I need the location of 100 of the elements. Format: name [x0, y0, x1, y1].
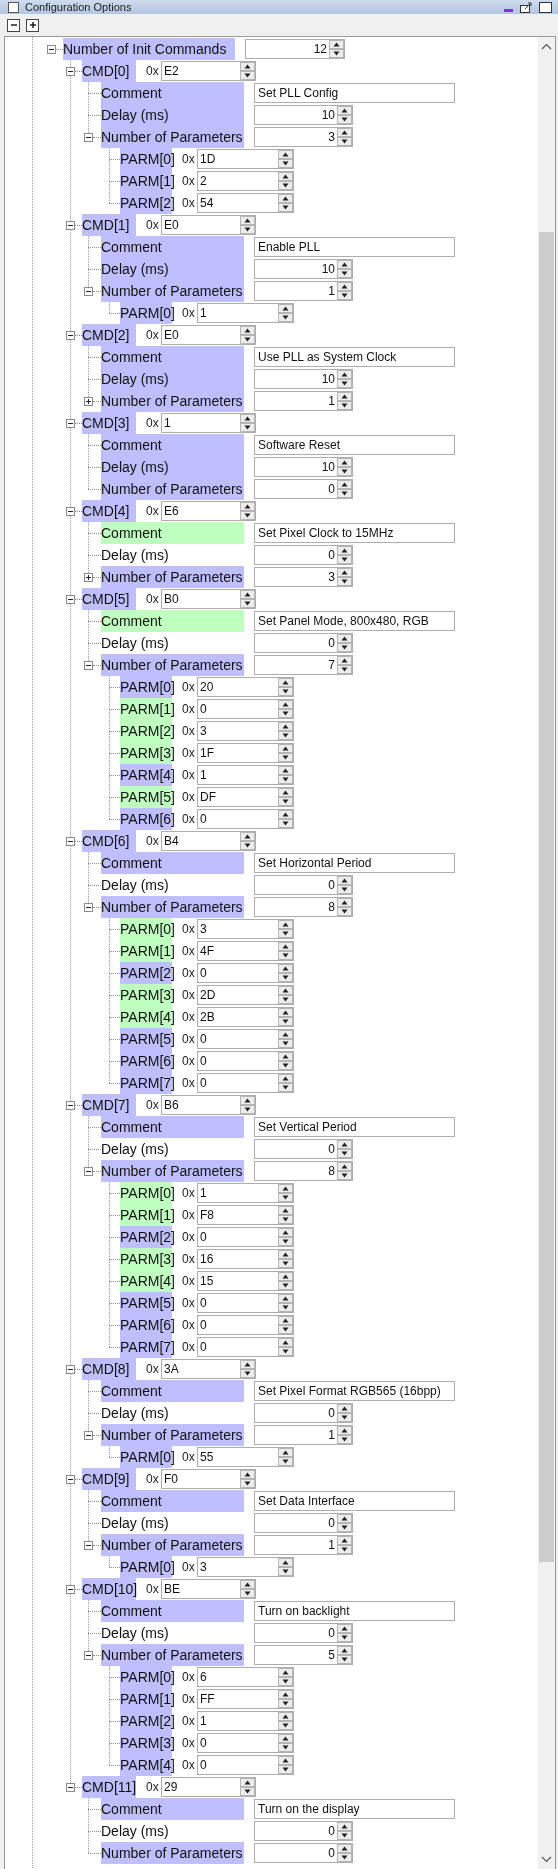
- spin-box[interactable]: 55: [197, 1447, 294, 1467]
- tree-label[interactable]: PARM[4]: [120, 1006, 172, 1028]
- spin-arrows-icon[interactable]: [278, 1316, 293, 1334]
- spin-box[interactable]: 0: [197, 963, 294, 983]
- spin-arrows-icon[interactable]: [337, 458, 352, 476]
- spin-box[interactable]: E0: [161, 325, 256, 345]
- collapse-icon[interactable]: [84, 1540, 93, 1550]
- spin-arrows-icon[interactable]: [337, 634, 352, 652]
- tree-label[interactable]: Comment: [101, 346, 244, 368]
- tree-label[interactable]: Delay (ms): [101, 258, 244, 280]
- collapse-icon[interactable]: [84, 1430, 93, 1440]
- spin-box[interactable]: 1: [254, 391, 353, 411]
- spin-arrows-icon[interactable]: [337, 1514, 352, 1532]
- spin-box[interactable]: 2B: [197, 1007, 294, 1027]
- tree-label[interactable]: Number of Parameters: [101, 478, 244, 500]
- spin-arrows-icon[interactable]: [278, 1712, 293, 1730]
- spin-box[interactable]: 2: [197, 171, 294, 191]
- spin-box[interactable]: F0: [161, 1469, 256, 1489]
- expand-icon[interactable]: [84, 396, 93, 406]
- spin-arrows-icon[interactable]: [337, 128, 352, 146]
- spin-arrows-icon[interactable]: [337, 1844, 352, 1862]
- collapse-icon[interactable]: [66, 330, 75, 340]
- expand-all-button[interactable]: [26, 18, 39, 32]
- scrollbar-thumb[interactable]: [539, 232, 554, 1562]
- tree-label[interactable]: CMD[6]: [82, 830, 136, 852]
- spin-arrows-icon[interactable]: [278, 1338, 293, 1356]
- spin-box[interactable]: 10: [254, 457, 353, 477]
- tree-label[interactable]: CMD[3]: [82, 412, 136, 434]
- spin-arrows-icon[interactable]: [240, 502, 255, 520]
- spin-box[interactable]: 0: [197, 1227, 294, 1247]
- tree-label[interactable]: Number of Parameters: [101, 1534, 244, 1556]
- tree-label[interactable]: PARM[5]: [120, 1292, 172, 1314]
- spin-arrows-icon[interactable]: [337, 480, 352, 498]
- tree-label[interactable]: PARM[0]: [120, 1446, 172, 1468]
- tree-label[interactable]: PARM[2]: [120, 962, 172, 984]
- spin-box[interactable]: 0: [197, 1337, 294, 1357]
- spin-box[interactable]: 3: [197, 1557, 294, 1577]
- tree-label[interactable]: CMD[0]: [82, 60, 136, 82]
- tree-label[interactable]: PARM[2]: [120, 192, 172, 214]
- tree-label[interactable]: CMD[2]: [82, 324, 136, 346]
- tree-label[interactable]: Number of Parameters: [101, 390, 244, 412]
- spin-box[interactable]: E0: [161, 215, 256, 235]
- spin-arrows-icon[interactable]: [337, 1822, 352, 1840]
- spin-box[interactable]: 0: [197, 809, 294, 829]
- tree-label[interactable]: PARM[0]: [120, 148, 172, 170]
- collapse-icon[interactable]: [66, 836, 75, 846]
- spin-arrows-icon[interactable]: [278, 1250, 293, 1268]
- tree-label[interactable]: PARM[4]: [120, 1754, 172, 1776]
- collapse-icon[interactable]: [66, 1100, 75, 1110]
- tree-label[interactable]: PARM[0]: [120, 918, 172, 940]
- spin-box[interactable]: 0: [197, 699, 294, 719]
- spin-arrows-icon[interactable]: [278, 304, 293, 322]
- tree-label[interactable]: Delay (ms): [101, 632, 244, 654]
- tree-label[interactable]: Comment: [101, 1600, 244, 1622]
- collapse-icon[interactable]: [66, 1782, 75, 1792]
- tree-label[interactable]: Delay (ms): [101, 544, 244, 566]
- spin-arrows-icon[interactable]: [240, 1580, 255, 1598]
- tree-label[interactable]: PARM[1]: [120, 698, 172, 720]
- spin-box[interactable]: 1: [197, 303, 294, 323]
- collapse-icon[interactable]: [66, 1584, 75, 1594]
- spin-arrows-icon[interactable]: [337, 1162, 352, 1180]
- spin-arrows-icon[interactable]: [278, 920, 293, 938]
- spin-box[interactable]: 0: [197, 1733, 294, 1753]
- collapse-icon[interactable]: [66, 506, 75, 516]
- comment-field[interactable]: Enable PLL: [254, 237, 455, 257]
- tree-label[interactable]: Comment: [101, 236, 244, 258]
- spin-arrows-icon[interactable]: [278, 678, 293, 696]
- tree-label[interactable]: CMD[9]: [82, 1468, 136, 1490]
- spin-box[interactable]: 0: [197, 1293, 294, 1313]
- tree-label[interactable]: PARM[2]: [120, 1710, 172, 1732]
- spin-box[interactable]: 10: [254, 369, 353, 389]
- tree-label[interactable]: Comment: [101, 1116, 244, 1138]
- spin-box[interactable]: 1: [254, 1425, 353, 1445]
- tree-label[interactable]: Comment: [101, 434, 244, 456]
- tree-label[interactable]: PARM[4]: [120, 764, 172, 786]
- tree-label[interactable]: PARM[5]: [120, 786, 172, 808]
- tree-label[interactable]: Number of Parameters: [101, 1842, 244, 1864]
- tree-label[interactable]: PARM[0]: [120, 676, 172, 698]
- tree-label[interactable]: CMD[5]: [82, 588, 136, 610]
- spin-box[interactable]: 8: [254, 1161, 353, 1181]
- tree-label[interactable]: PARM[7]: [120, 1072, 172, 1094]
- tree-label[interactable]: PARM[3]: [120, 1248, 172, 1270]
- spin-arrows-icon[interactable]: [278, 942, 293, 960]
- tree-label[interactable]: Delay (ms): [101, 874, 244, 896]
- tree-label[interactable]: PARM[3]: [120, 742, 172, 764]
- tree-label[interactable]: PARM[0]: [120, 1666, 172, 1688]
- spin-box[interactable]: DF: [197, 787, 294, 807]
- spin-box[interactable]: 6: [197, 1667, 294, 1687]
- spin-arrows-icon[interactable]: [337, 1140, 352, 1158]
- tree-label[interactable]: PARM[3]: [120, 984, 172, 1006]
- comment-field[interactable]: Turn on backlight: [254, 1601, 455, 1621]
- spin-arrows-icon[interactable]: [278, 964, 293, 982]
- spin-box[interactable]: 1: [197, 765, 294, 785]
- spin-arrows-icon[interactable]: [278, 1734, 293, 1752]
- tree-label[interactable]: Number of Parameters: [101, 1644, 244, 1666]
- tree-label[interactable]: Delay (ms): [101, 368, 244, 390]
- spin-arrows-icon[interactable]: [240, 832, 255, 850]
- spin-arrows-icon[interactable]: [278, 810, 293, 828]
- tree-label[interactable]: PARM[1]: [120, 940, 172, 962]
- collapse-icon[interactable]: [47, 44, 56, 54]
